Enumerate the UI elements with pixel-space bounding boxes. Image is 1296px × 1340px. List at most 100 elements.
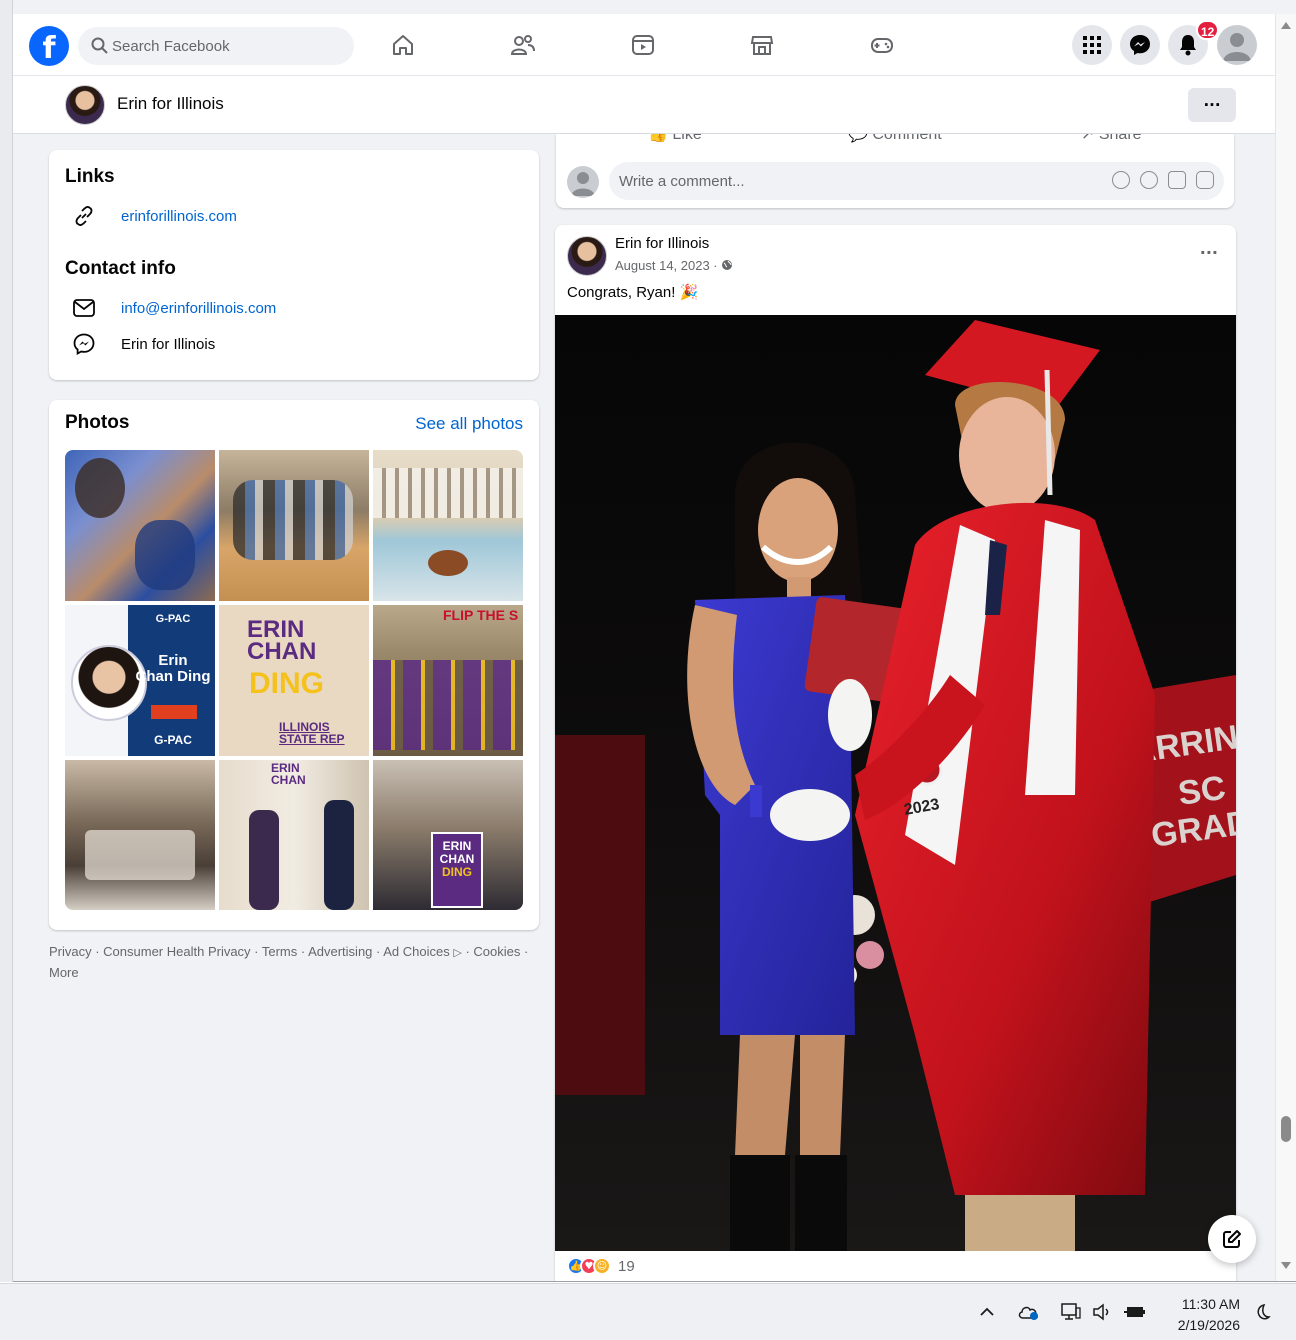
sticker-icon[interactable] — [1196, 171, 1214, 189]
post-card: Erin for Illinois August 14, 2023 · ··· … — [555, 225, 1236, 1281]
menu-grid-button[interactable] — [1072, 25, 1112, 65]
tile-text: STATE REP — [279, 732, 345, 746]
avatar-sticker-icon[interactable] — [1112, 171, 1130, 189]
website-link[interactable]: erinforillinois.com — [121, 208, 237, 225]
menu-grid-icon — [1083, 36, 1101, 54]
links-heading: Links — [65, 166, 115, 187]
volume-icon[interactable] — [1090, 1300, 1114, 1324]
focus-moon-icon[interactable] — [1250, 1300, 1274, 1324]
messenger-label[interactable]: Erin for Illinois — [121, 336, 215, 353]
photo-tile[interactable]: ERIN CHAN — [219, 760, 369, 910]
facebook-logo-icon[interactable]: f — [29, 26, 69, 66]
photo-tile[interactable] — [219, 450, 369, 601]
like-action[interactable]: 👍 Like — [648, 134, 702, 144]
footer-text-2[interactable]: · Cookies · — [462, 944, 528, 959]
post-text: Congrats, Ryan! 🎉 — [567, 284, 699, 301]
page-more-button[interactable]: ··· — [1188, 88, 1236, 122]
home-icon[interactable] — [386, 28, 420, 62]
scroll-thumb[interactable] — [1281, 1116, 1291, 1142]
onedrive-icon[interactable] — [1017, 1300, 1041, 1324]
reaction-count[interactable]: 19 — [618, 1258, 635, 1275]
tile-text: Erin — [158, 652, 188, 669]
compose-icon — [1223, 1230, 1241, 1248]
post-photo[interactable]: ARRING SC GRAD 2023 — [555, 315, 1236, 1251]
show-hidden-icons-chevron-icon[interactable] — [975, 1300, 999, 1324]
marketplace-icon[interactable] — [745, 28, 779, 62]
share-action[interactable]: ↗ Share — [1081, 134, 1142, 144]
page-scrollbar[interactable] — [1275, 14, 1296, 1281]
globe-icon — [722, 260, 733, 270]
tile-text: G-PAC — [155, 613, 191, 625]
network-icon[interactable] — [1059, 1300, 1083, 1324]
messenger-button[interactable] — [1120, 25, 1160, 65]
user-silhouette-icon — [1223, 33, 1251, 61]
windows-taskbar: 11:30 AM 2/19/2026 — [0, 1283, 1296, 1340]
email-link[interactable]: info@erinforillinois.com — [121, 300, 276, 317]
gaming-icon[interactable] — [865, 28, 899, 62]
footer-text[interactable]: Privacy · Consumer Health Privacy · Term… — [49, 944, 450, 959]
photo-tile[interactable]: ERIN CHAN DING ILLINOIS STATE REP — [219, 605, 369, 756]
post-date[interactable]: August 14, 2023 · — [615, 258, 718, 273]
tile-text: G-PAC — [154, 733, 192, 747]
friends-icon[interactable] — [506, 28, 540, 62]
comment-field[interactable] — [609, 162, 1224, 200]
tile-text: CHAN — [271, 773, 306, 787]
photo-tile[interactable]: ERIN CHAN DING — [373, 760, 523, 910]
post-author-avatar[interactable] — [567, 236, 607, 276]
photos-grid: G-PAC Erin Chan Ding G-PAC ERIN CHAN DIN… — [65, 450, 523, 910]
search-input[interactable] — [112, 27, 342, 65]
notification-badge: 12 — [1196, 20, 1220, 40]
facebook-topbar: f Search Facebook 12 — [13, 14, 1275, 76]
post-more-button[interactable]: ··· — [1200, 243, 1218, 262]
search-icon — [91, 37, 108, 54]
graduation-photo: ARRING SC GRAD 2023 — [555, 315, 1236, 1251]
photos-card: Photos See all photos G-PAC Erin Chan Di… — [49, 400, 539, 930]
tile-text: CHAN — [247, 638, 317, 665]
care-reaction-icon: ☺ — [593, 1257, 611, 1275]
tile-text: DING — [249, 667, 324, 700]
screen: f Search Facebook 12 Erin for Illinois ·… — [0, 0, 1296, 1340]
reactions-summary[interactable]: 👍 ♥ ☺ 19 — [567, 1257, 635, 1275]
page-title[interactable]: Erin for Illinois — [117, 94, 224, 114]
mail-icon — [69, 296, 99, 320]
footer-links[interactable]: Privacy · Consumer Health Privacy · Term… — [49, 942, 539, 982]
footer-more-link[interactable]: More — [49, 965, 79, 980]
links-card: Links erinforillinois.com Contact info i… — [49, 150, 539, 380]
account-avatar[interactable] — [1217, 25, 1257, 65]
emoji-icon[interactable] — [1140, 171, 1158, 189]
photos-heading: Photos — [65, 412, 130, 433]
video-icon[interactable] — [626, 28, 660, 62]
comment-tools — [1112, 171, 1214, 189]
bell-icon — [1180, 35, 1196, 56]
photo-tile[interactable]: G-PAC Erin Chan Ding G-PAC — [65, 605, 215, 756]
photo-tile[interactable] — [65, 450, 215, 601]
messenger-icon — [1130, 35, 1150, 55]
clock-date: 2/19/2026 — [1177, 1317, 1240, 1333]
adchoices-icon: ▷ — [453, 947, 462, 959]
scroll-up-arrow-icon[interactable] — [1281, 22, 1291, 29]
page-avatar[interactable] — [65, 85, 105, 125]
link-icon — [69, 204, 99, 228]
user-silhouette-icon — [571, 172, 595, 196]
battery-icon[interactable] — [1123, 1300, 1147, 1324]
photo-tile[interactable] — [373, 450, 523, 601]
email-row: info@erinforillinois.com — [69, 296, 276, 320]
post-author[interactable]: Erin for Illinois — [615, 235, 709, 252]
scroll-down-arrow-icon[interactable] — [1281, 1262, 1291, 1269]
comment-action[interactable]: 💬 Comment — [848, 134, 942, 144]
taskbar-clock[interactable]: 11:30 AM 2/19/2026 — [1162, 1294, 1240, 1336]
comment-input[interactable] — [619, 162, 1099, 200]
new-message-button[interactable] — [1208, 1215, 1256, 1263]
messenger-outline-icon — [69, 332, 99, 356]
photo-tile[interactable] — [65, 760, 215, 910]
post-date-row: August 14, 2023 · — [615, 258, 733, 273]
gif-icon[interactable] — [1168, 171, 1186, 189]
photo-tile[interactable]: FLIP THE S — [373, 605, 523, 756]
messenger-row: Erin for Illinois — [69, 332, 215, 356]
tile-text: FLIP THE S — [443, 607, 519, 623]
see-all-photos-link[interactable]: See all photos — [415, 414, 523, 434]
website-row: erinforillinois.com — [69, 204, 237, 228]
post-actions: 👍 Like 💬 Comment ↗ Share — [556, 134, 1234, 144]
search-box[interactable] — [78, 27, 354, 65]
tile-text: Chan Ding — [135, 668, 211, 685]
